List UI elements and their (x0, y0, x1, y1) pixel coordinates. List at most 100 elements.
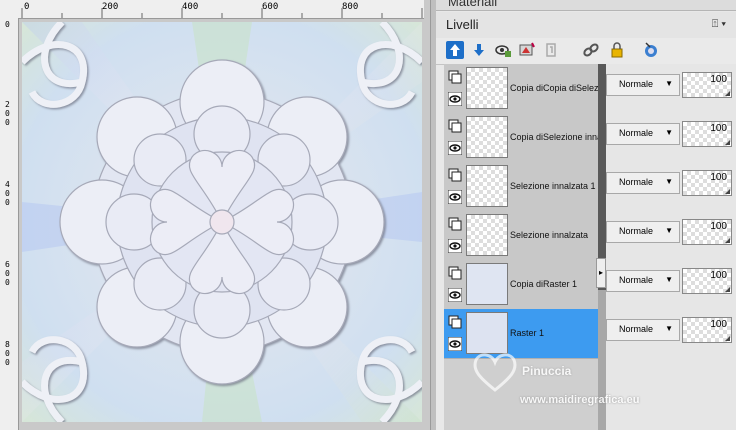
layer-group-icon[interactable] (448, 217, 462, 231)
opacity-value: 100 (710, 123, 727, 134)
heart-logo-icon (473, 353, 517, 392)
layer-thumbnail (466, 67, 508, 109)
layer-properties-row: Normale ▼ 100 (606, 260, 736, 309)
layer-group-icon[interactable] (448, 119, 462, 133)
opacity-value: 100 (710, 172, 727, 183)
layer-thumbnail (466, 214, 508, 256)
opacity-field[interactable]: 100 (682, 170, 732, 196)
layer-row[interactable]: Selezione innalzata (444, 211, 598, 261)
ruler-corner (0, 0, 19, 19)
layer-properties-row: Normale ▼ 100 (606, 64, 736, 113)
ruler-left-label: 0 (5, 20, 10, 29)
blend-mode-value: Normale (619, 177, 654, 187)
opacity-field[interactable]: 100 (682, 121, 732, 147)
ruler-top-ticks (21, 8, 423, 18)
opacity-value: 100 (710, 319, 727, 330)
lock-icon[interactable] (608, 41, 626, 59)
layer-name[interactable]: Copia diCopia diSelezio (510, 83, 598, 93)
blend-mode-dropdown[interactable]: Normale ▼ (606, 319, 680, 341)
link-icon[interactable] (582, 41, 600, 59)
resize-corner-icon (725, 238, 730, 243)
ruler-left-label: 400 (5, 180, 10, 207)
chevron-down-icon: ▼ (665, 128, 673, 137)
layer-name[interactable]: Raster 1 (510, 328, 598, 338)
blend-mode-value: Normale (619, 226, 654, 236)
layer-name[interactable]: Selezione innalzata (510, 230, 598, 240)
layer-row[interactable]: Selezione innalzata 1 (444, 162, 598, 212)
blend-mode-dropdown[interactable]: Normale ▼ (606, 74, 680, 96)
duplicate-layer-icon[interactable] (542, 41, 560, 59)
opacity-field[interactable]: 100 (682, 268, 732, 294)
layer-thumbnail (466, 116, 508, 158)
layer-group-icon[interactable] (448, 315, 462, 329)
blend-mode-dropdown[interactable]: Normale ▼ (606, 172, 680, 194)
new-mask-layer-icon[interactable] (494, 41, 512, 59)
layer-group-icon[interactable] (448, 70, 462, 84)
mask-visibility-icon[interactable] (642, 41, 660, 59)
layer-group-icon[interactable] (448, 168, 462, 182)
eye-icon[interactable] (448, 141, 462, 155)
watermark: Pinuccia www.maidiregrafica.eu (470, 350, 730, 410)
ruler-top: 0 200 400 600 800 (18, 0, 424, 19)
resize-corner-icon (725, 336, 730, 341)
new-vector-layer-icon[interactable] (470, 41, 488, 59)
opacity-value: 100 (710, 74, 727, 85)
layer-name[interactable]: Copia diSelezione inna (510, 132, 598, 142)
blend-mode-dropdown[interactable]: Normale ▼ (606, 221, 680, 243)
layers-header[interactable]: Livelli ⍐ ▾ (436, 12, 736, 38)
layers-toolbar (436, 38, 736, 65)
blend-mode-value: Normale (619, 79, 654, 89)
opacity-field[interactable]: 100 (682, 219, 732, 245)
layer-row[interactable]: Copia diCopia diSelezio (444, 64, 598, 114)
layer-row[interactable]: Copia diRaster 1 (444, 260, 598, 310)
blend-mode-value: Normale (619, 128, 654, 138)
eye-icon[interactable] (448, 92, 462, 106)
layers-scrollbar-thumb[interactable] (598, 64, 606, 290)
layer-properties-row: Normale ▼ 100 (606, 211, 736, 260)
ruler-left-label: 600 (5, 260, 10, 287)
layers-title: Livelli (446, 17, 479, 32)
canvas-image[interactable] (22, 22, 422, 422)
opacity-value: 100 (710, 270, 727, 281)
ruler-left-label: 800 (5, 340, 10, 367)
layer-row[interactable]: Copia diSelezione inna (444, 113, 598, 163)
adjustment-layer-icon[interactable] (518, 41, 536, 59)
layer-thumbnail (466, 263, 508, 305)
chevron-down-icon: ▼ (665, 79, 673, 88)
chevron-down-icon: ▼ (665, 177, 673, 186)
panel-expand-arrow[interactable]: ▸ (596, 258, 606, 288)
layer-thumbnail (466, 165, 508, 207)
layer-group-icon[interactable] (448, 266, 462, 280)
materials-header[interactable]: Materiali (436, 0, 736, 11)
chevron-down-icon: ▼ (665, 324, 673, 333)
blend-mode-value: Normale (619, 275, 654, 285)
eye-icon[interactable] (448, 239, 462, 253)
layer-properties-row: Normale ▼ 100 (606, 113, 736, 162)
watermark-url: www.maidiregrafica.eu (520, 394, 640, 406)
eye-icon[interactable] (448, 190, 462, 204)
resize-corner-icon (725, 189, 730, 194)
chevron-down-icon: ▼ (665, 226, 673, 235)
kaleidoscope-artwork (22, 22, 422, 422)
blend-mode-dropdown[interactable]: Normale ▼ (606, 123, 680, 145)
resize-corner-icon (725, 91, 730, 96)
watermark-name: Pinuccia (522, 364, 572, 378)
layer-thumbnail (466, 312, 508, 354)
resize-corner-icon (725, 140, 730, 145)
canvas-area[interactable]: 0 200 400 600 800 0 200 400 600 800 (0, 0, 430, 430)
blend-mode-dropdown[interactable]: Normale ▼ (606, 270, 680, 292)
eye-icon[interactable] (448, 337, 462, 351)
resize-corner-icon (725, 287, 730, 292)
eye-icon[interactable] (448, 288, 462, 302)
layer-name[interactable]: Selezione innalzata 1 (510, 181, 598, 191)
blend-mode-value: Normale (619, 324, 654, 334)
layer-properties-row: Normale ▼ 100 (606, 162, 736, 211)
new-raster-layer-icon[interactable] (446, 41, 464, 59)
layer-name[interactable]: Copia diRaster 1 (510, 279, 598, 289)
opacity-field[interactable]: 100 (682, 72, 732, 98)
materials-title: Materiali (448, 0, 498, 9)
palette-options-button[interactable]: ⍐ ▾ (712, 18, 726, 31)
ruler-left-label: 200 (5, 100, 10, 127)
opacity-field[interactable]: 100 (682, 317, 732, 343)
chevron-down-icon: ▼ (665, 275, 673, 284)
